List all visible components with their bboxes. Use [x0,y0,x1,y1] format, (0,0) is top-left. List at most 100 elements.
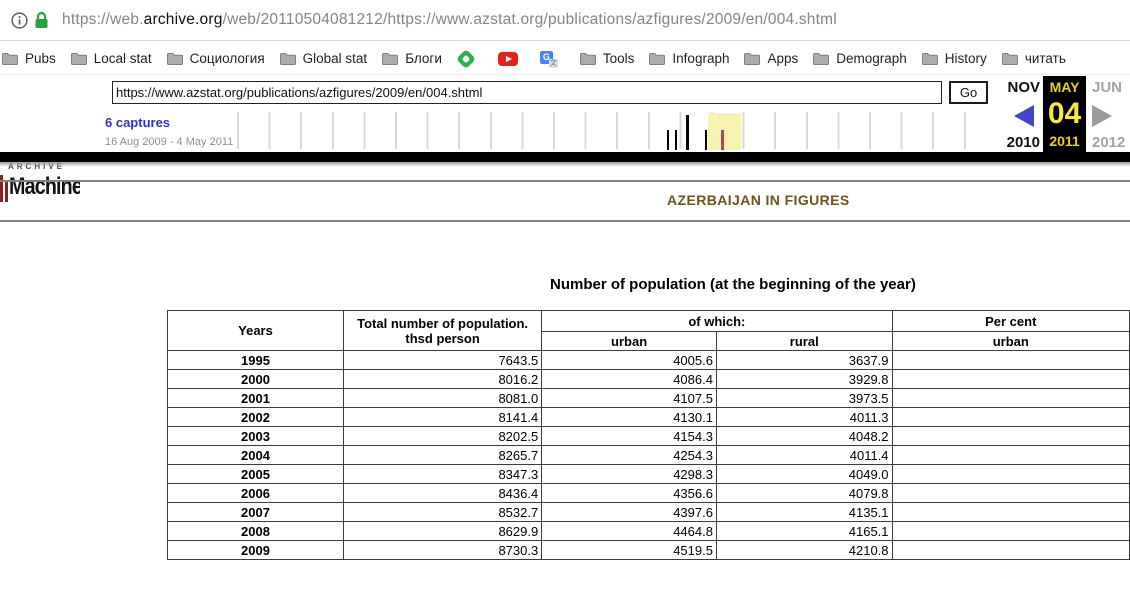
cell-total: 8532.7 [343,503,541,522]
cell-year: 2001 [168,389,344,408]
cell-per-cent [892,484,1129,503]
horizontal-rule [0,180,1130,182]
page-info-icon[interactable] [11,12,28,34]
cell-rural: 3929.8 [716,370,892,389]
capture-timeline[interactable] [237,112,987,149]
cell-urban: 4086.4 [542,370,717,389]
cell-rural: 4048.2 [716,427,892,446]
cell-urban: 4107.5 [542,389,717,408]
cell-urban: 4356.6 [542,484,717,503]
prev-capture-arrow-icon[interactable] [1014,105,1034,127]
bookmark-label: Tools [603,51,635,66]
col-header-per-cent-urban: urban [892,332,1129,351]
bookmark-folder-социология[interactable]: Социология [167,51,265,66]
nav-next-month[interactable]: JUN [1092,79,1122,96]
cell-urban: 4519.5 [542,541,717,560]
wayback-url-input[interactable] [112,81,942,104]
bookmark-label: читать [1025,51,1066,66]
current-year: 2011 [1043,133,1086,149]
table-row: 20018081.04107.53973.5 [168,389,1130,408]
current-month: MAY [1043,79,1086,95]
cell-year: 2000 [168,370,344,389]
table-row: 20068436.44356.64079.8 [168,484,1130,503]
bookmark-translate[interactable]: G文 [540,49,565,68]
cell-urban: 4254.3 [542,446,717,465]
folder-icon [813,52,829,65]
bookmark-folder-читать[interactable]: читать [1002,51,1066,66]
cell-rural: 4165.1 [716,522,892,541]
col-header-total: Total number of population. thsd person [343,311,541,351]
bookmark-folder-global-stat[interactable]: Global stat [280,51,368,66]
col-header-total-line2: thsd person [346,331,539,346]
bookmark-label: History [945,51,987,66]
logo-red-fragment [5,182,8,202]
next-capture-arrow-icon[interactable] [1092,105,1112,127]
bookmark-label: Global stat [303,51,368,66]
current-capture-bar[interactable] [721,130,724,150]
cell-rural: 4011.4 [716,446,892,465]
bookmark-folder-tools[interactable]: Tools [580,51,635,66]
cell-per-cent [892,370,1129,389]
table-body: 19957643.54005.63637.920008016.24086.439… [168,351,1130,560]
cell-total: 8141.4 [343,408,541,427]
cell-total: 8436.4 [343,484,541,503]
toolbar-bottom-band [0,152,1130,162]
nav-next-year[interactable]: 2012 [1092,134,1125,151]
url-prefix: https://web. [62,11,144,28]
table-row: 20058347.34298.34049.0 [168,465,1130,484]
capture-bar[interactable] [667,130,669,150]
bookmark-label: Социология [190,51,265,66]
folder-icon [1002,52,1018,65]
col-header-of-which: of which: [542,311,892,332]
col-header-rural: rural [716,332,892,351]
population-table: Years Total number of population. thsd p… [167,310,1130,560]
cell-total: 8629.9 [343,522,541,541]
folder-icon [744,52,760,65]
youtube-icon [498,50,518,66]
cell-rural: 4210.8 [716,541,892,560]
browser-window: https://web.archive.org/web/201105040812… [0,0,1130,599]
secure-lock-icon[interactable] [34,11,49,34]
bookmark-feedly[interactable] [457,50,483,66]
captures-count-link[interactable]: 6 captures [105,115,170,130]
cell-year: 2005 [168,465,344,484]
folder-icon [2,52,18,65]
bookmark-folder-demograph[interactable]: Demograph [813,51,907,66]
table-title: Number of population (at the beginning o… [550,276,916,293]
cell-year: 2006 [168,484,344,503]
bookmark-youtube[interactable] [498,50,525,66]
folder-icon [280,52,296,65]
table-row: 20048265.74254.34011.4 [168,446,1130,465]
capture-bar[interactable] [675,130,677,150]
cell-total: 7643.5 [343,351,541,370]
bookmark-folder-history[interactable]: History [922,51,987,66]
folder-icon [382,52,398,65]
bookmark-folder-блоги[interactable]: Блоги [382,51,442,66]
cell-total: 8265.7 [343,446,541,465]
cell-year: 2004 [168,446,344,465]
horizontal-rule [0,220,1130,222]
go-button[interactable]: Go [949,81,988,104]
address-bar[interactable]: https://web.archive.org/web/201105040812… [0,0,1130,41]
capture-bar[interactable] [686,115,689,150]
translate-icon: G文 [540,49,558,68]
cell-rural: 4011.3 [716,408,892,427]
bookmark-label: Pubs [25,51,56,66]
col-header-years: Years [168,311,344,351]
col-header-urban: urban [542,332,717,351]
bookmark-folder-apps[interactable]: Apps [744,51,798,66]
address-url-text[interactable]: https://web.archive.org/web/201105040812… [62,11,837,29]
bookmark-folder-local-stat[interactable]: Local stat [71,51,152,66]
table-row: 20008016.24086.43929.8 [168,370,1130,389]
bookmark-folder-infograph[interactable]: Infograph [649,51,729,66]
cell-total: 8730.3 [343,541,541,560]
nav-prev-month[interactable]: NOV [985,79,1040,96]
cell-rural: 3637.9 [716,351,892,370]
capture-bar[interactable] [705,130,707,150]
nav-prev-year[interactable]: 2010 [985,134,1040,151]
url-domain: archive.org [144,11,223,28]
bookmark-folder-pubs[interactable]: Pubs [2,51,56,66]
site-header: AZERBAIJAN IN FIGURES [667,192,850,208]
folder-icon [167,52,183,65]
cell-per-cent [892,408,1129,427]
